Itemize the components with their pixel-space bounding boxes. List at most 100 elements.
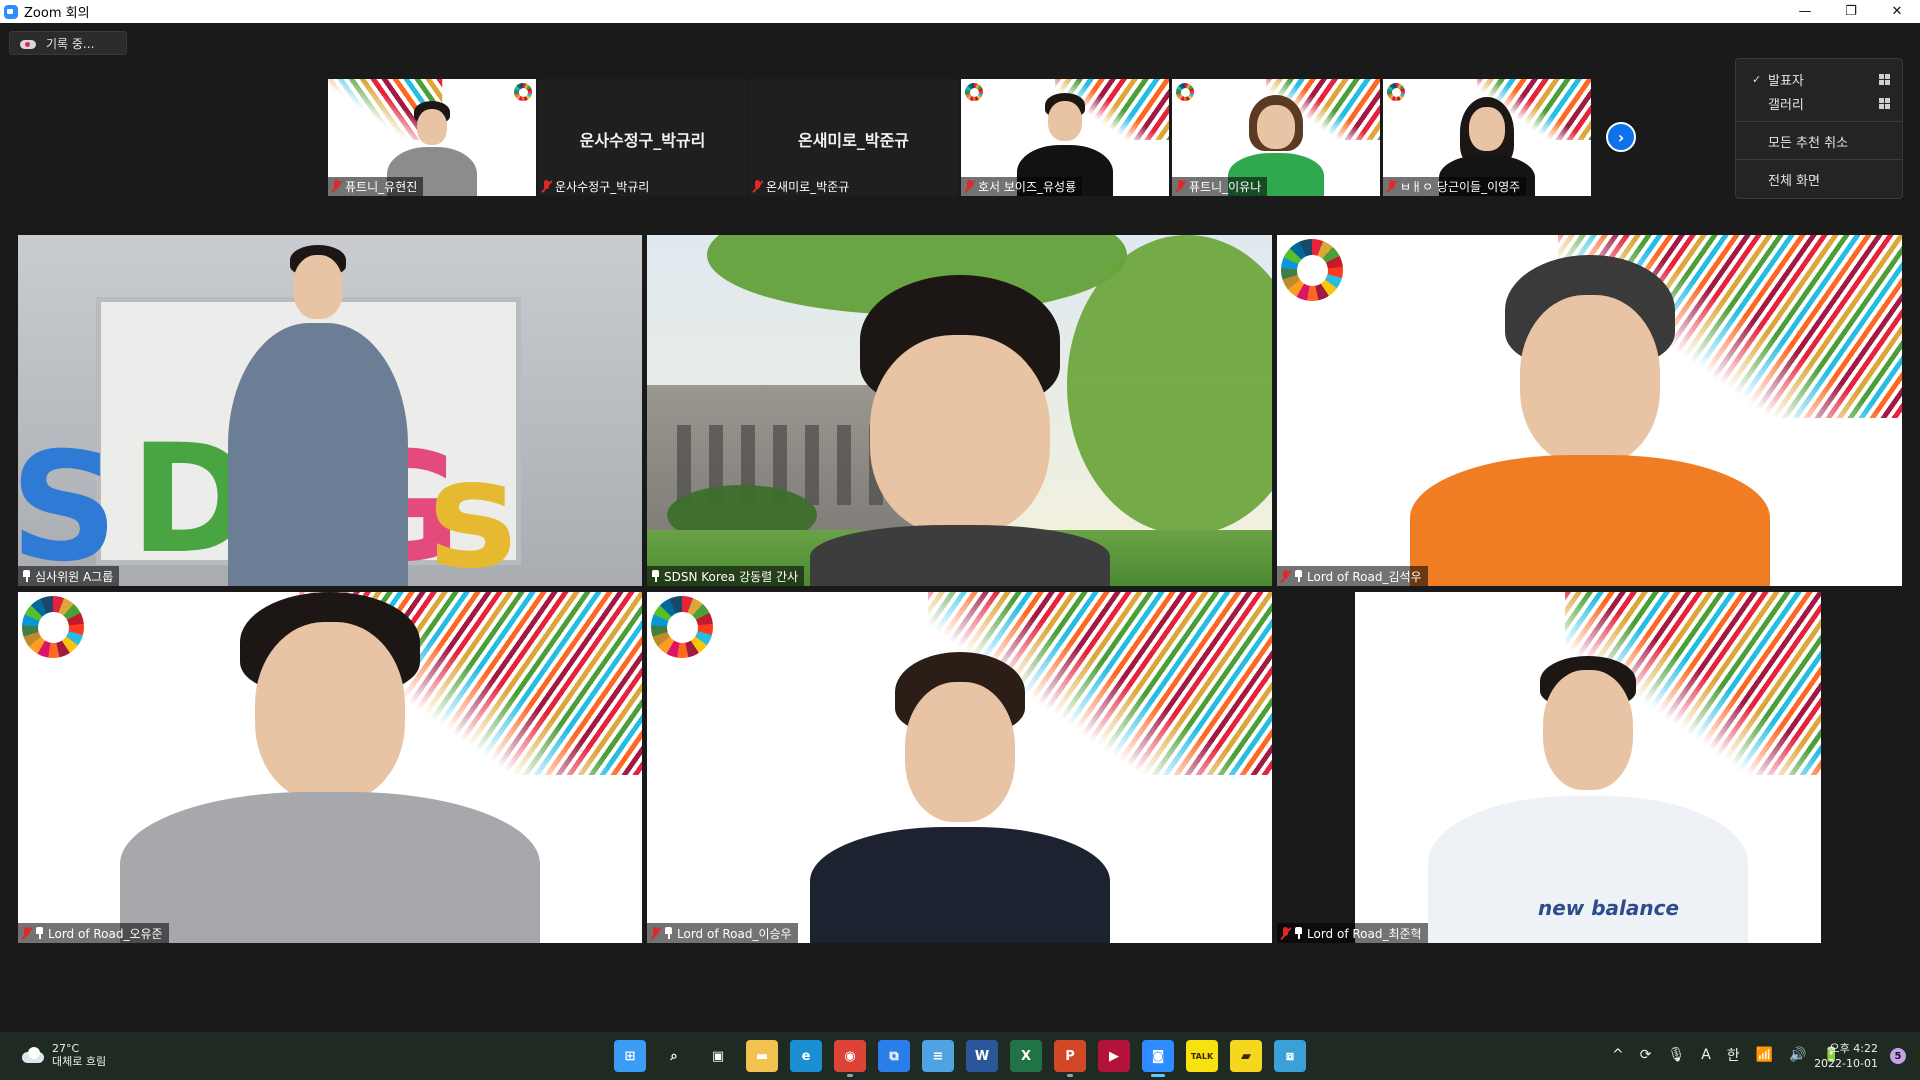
sync-icon[interactable]: ⟳	[1640, 1047, 1652, 1063]
mic-muted-icon	[1387, 180, 1396, 193]
gallery-video-tile[interactable]: Lord of Road_김석우	[1277, 235, 1902, 586]
participant-video: new balance	[1428, 656, 1748, 943]
sticky-notes-icon[interactable]: ▰	[1230, 1040, 1262, 1072]
chrome-icon[interactable]: ◉	[834, 1040, 866, 1077]
menu-divider	[1736, 159, 1902, 160]
participant-video	[218, 245, 418, 586]
window-title-bar: Zoom 회의 — ❐ ✕	[0, 0, 1920, 23]
notification-badge[interactable]: 5	[1890, 1048, 1906, 1064]
strip-video-tile[interactable]: 퓨트니_유현진	[328, 79, 536, 196]
pdf-reader-icon[interactable]: ▶	[1098, 1040, 1130, 1072]
word-icon[interactable]: W	[966, 1040, 998, 1072]
pin-icon	[22, 570, 31, 582]
menu-item-full-screen[interactable]: 전체 화면	[1736, 167, 1902, 191]
weather-widget[interactable]: 27°C 대체로 흐림	[20, 1042, 106, 1068]
close-button[interactable]: ✕	[1874, 0, 1920, 23]
mic-muted-icon	[965, 180, 974, 193]
system-tray: ^ ⟳ 🎙 A 한 📶 🔊 🔋	[1612, 1045, 1840, 1065]
restore-button[interactable]: ❐	[1828, 0, 1874, 23]
menu-item-cancel-spotlights[interactable]: 모든 추천 취소	[1736, 129, 1902, 153]
shirt-print: new balance	[1538, 896, 1680, 920]
edge-icon[interactable]: e	[790, 1040, 822, 1072]
show-hidden-icons-icon[interactable]: ^	[1612, 1047, 1624, 1063]
participant-display-name: 운사수정구_박규리	[579, 131, 706, 150]
gallery-video-tile[interactable]: Lord of Road_이승우	[647, 592, 1272, 943]
mic-muted-icon	[1281, 926, 1290, 940]
sdg-wheel-logo	[1281, 239, 1343, 301]
taskbar-apps: ⊞ ⌕ ▣ ▬ e ◉ ⧉ ≡ W X P ▶ ◙ TALK ▰ ⧈	[614, 1040, 1306, 1077]
recording-label: 기록 중...	[46, 36, 95, 51]
gallery-video-tile-active-speaker[interactable]: SDSN Korea 강동렬 간사	[647, 235, 1272, 586]
menu-divider	[1736, 121, 1902, 122]
menu-item-label: 갤러리	[1768, 97, 1804, 113]
weather-temp: 27°C	[52, 1042, 80, 1055]
participant-name-label: Lord of Road_김석우	[1277, 566, 1428, 586]
windows-taskbar: 27°C 대체로 흐림 ⊞ ⌕ ▣ ▬ e ◉ ⧉ ≡ W X P ▶ ◙ TALK ▰ ⧈ ^ ⟳ 🎙 A …	[0, 1032, 1920, 1080]
gallery-video-tile[interactable]: Lord of Road_오유준	[18, 592, 642, 943]
participant-name-label: 호서 보이즈_유성룡	[961, 177, 1083, 196]
volume-icon[interactable]: 🔊	[1789, 1047, 1806, 1063]
sdg-wheel-logo	[1387, 83, 1405, 101]
ime-language-icon[interactable]: 한	[1727, 1045, 1740, 1065]
strip-video-tile[interactable]: 퓨트니_이유나	[1172, 79, 1380, 196]
pin-icon	[1294, 927, 1303, 939]
mic-muted-icon	[22, 926, 31, 940]
participant-name-label: ㅂㅐㅇ 당근이들_이영주	[1383, 177, 1527, 196]
participant-name-label: 온새미로_박준규	[749, 177, 855, 196]
clock[interactable]: 오후 4:22 2022-10-01	[1814, 1041, 1878, 1071]
sdg-wheel-logo	[514, 83, 532, 101]
wifi-icon[interactable]: 📶	[1756, 1047, 1773, 1063]
participant-video	[809, 275, 1110, 586]
participant-name-label: 퓨트니_유현진	[328, 177, 424, 196]
search-icon[interactable]: ⌕	[658, 1040, 690, 1072]
participant-name-label: 퓨트니_이유나	[1172, 177, 1268, 196]
zoom-app-icon	[4, 4, 18, 19]
gallery-video-tile[interactable]: new balance Lord of Road_최준혁	[1277, 592, 1902, 943]
sdg-wheel-logo	[1176, 83, 1194, 101]
pin-icon	[651, 570, 660, 582]
next-page-button[interactable]: ›	[1606, 122, 1636, 152]
view-menu: ✓ 발표자 갤러리 모든 추천 취소 전체 화면	[1735, 58, 1903, 199]
participant-name-label: 운사수정구_박규리	[538, 177, 655, 196]
cloud-icon	[20, 1047, 44, 1063]
participant-name-label: Lord of Road_최준혁	[1277, 923, 1428, 943]
snipping-icon[interactable]: ⧈	[1274, 1040, 1306, 1072]
strip-video-tile[interactable]: ㅂㅐㅇ 당근이들_이영주	[1383, 79, 1591, 196]
pin-icon	[1294, 570, 1303, 582]
notepad-icon[interactable]: ≡	[922, 1040, 954, 1072]
recording-indicator[interactable]: 기록 중...	[9, 31, 127, 55]
powerpoint-icon[interactable]: P	[1054, 1040, 1086, 1077]
menu-item-label: 모든 추천 취소	[1768, 135, 1849, 151]
strip-name-tile[interactable]: 운사수정구_박규리 운사수정구_박규리	[538, 79, 747, 196]
gallery-video-tile[interactable]: S D G s 심사위원 A그룹	[18, 235, 642, 586]
teams-like-icon[interactable]: ⧉	[878, 1040, 910, 1072]
microphone-icon[interactable]: 🎙	[1667, 1047, 1685, 1063]
menu-item-label: 전체 화면	[1768, 173, 1820, 189]
mic-muted-icon	[651, 926, 660, 940]
sdg-wheel-logo	[651, 596, 713, 658]
task-view-icon[interactable]: ▣	[702, 1040, 734, 1072]
menu-item-gallery-view[interactable]: 갤러리	[1736, 91, 1902, 115]
sdgs-letter: s	[428, 428, 518, 586]
start-icon[interactable]: ⊞	[614, 1040, 646, 1072]
input-mode-icon[interactable]: A	[1701, 1047, 1711, 1063]
strip-name-tile[interactable]: 온새미로_박준규 온새미로_박준규	[749, 79, 958, 196]
mic-muted-icon	[332, 180, 341, 193]
participant-video	[120, 592, 540, 943]
mic-muted-icon	[1281, 569, 1290, 583]
kakaotalk-icon[interactable]: TALK	[1186, 1040, 1218, 1072]
sdgs-letter: S	[18, 421, 119, 586]
clock-date: 2022-10-01	[1814, 1057, 1878, 1070]
minimize-button[interactable]: —	[1782, 0, 1828, 23]
participant-display-name: 온새미로_박준규	[797, 131, 910, 150]
check-icon: ✓	[1752, 72, 1762, 86]
file-explorer-icon[interactable]: ▬	[746, 1040, 778, 1072]
menu-item-speaker-view[interactable]: ✓ 발표자	[1736, 67, 1902, 91]
excel-icon[interactable]: X	[1010, 1040, 1042, 1072]
strip-video-tile[interactable]: 호서 보이즈_유성룡	[961, 79, 1169, 196]
zoom-icon[interactable]: ◙	[1142, 1040, 1174, 1077]
speaker-view-icon	[1879, 73, 1890, 85]
mic-muted-icon	[1176, 180, 1185, 193]
window-title: Zoom 회의	[24, 6, 90, 21]
gallery-view-icon	[1879, 97, 1890, 109]
